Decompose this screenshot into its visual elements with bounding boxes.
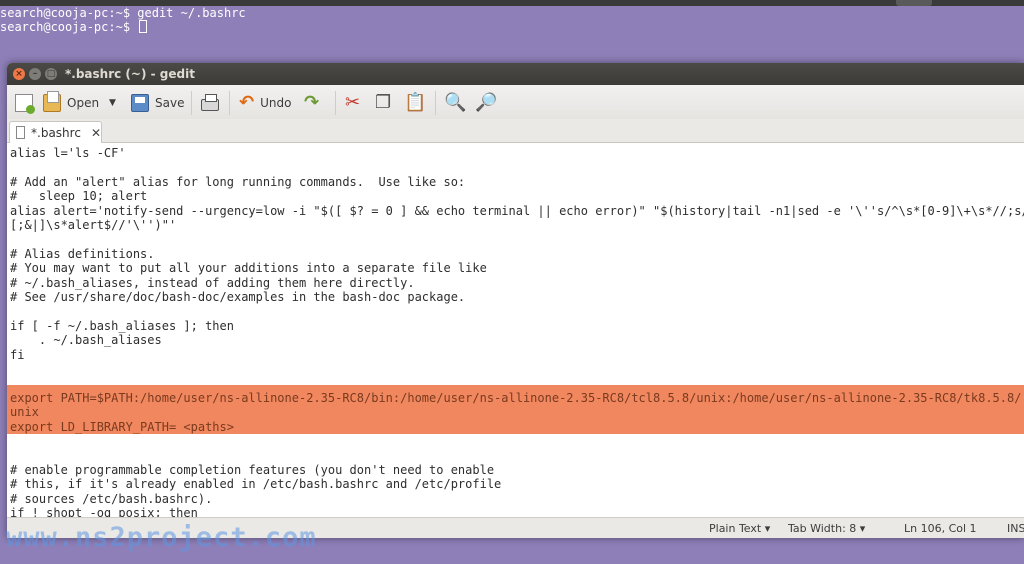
undo-label: Undo — [260, 96, 292, 110]
title-bar: × – □ *.bashrc (~) - gedit — [7, 63, 1024, 85]
code-line: # enable programmable completion feature… — [10, 462, 495, 477]
undo-icon: ↶ — [239, 92, 255, 113]
document-icon — [16, 126, 26, 139]
cursor-position: Ln 106, Col 1 — [904, 522, 977, 535]
terminal-line-2: search@cooja-pc:~$ — [0, 20, 1024, 34]
save-label: Save — [155, 96, 185, 110]
code-line: unix — [7, 405, 1024, 420]
open-icon — [43, 91, 61, 112]
save-icon — [131, 94, 149, 112]
find-replace-button[interactable]: 🔎 — [475, 92, 497, 114]
code-line: # Alias definitions. — [10, 246, 155, 261]
paste-button[interactable]: 📋 — [404, 92, 426, 114]
code-line: if ! shopt -oq posix; then — [10, 506, 198, 517]
undo-button[interactable]: ↶ Undo — [239, 92, 291, 114]
toolbar-separator — [435, 91, 436, 115]
toolbar-separator — [335, 91, 336, 115]
terminal: search@cooja-pc:~$ gedit ~/.bashrc searc… — [0, 6, 1024, 66]
tab-label: *.bashrc — [31, 125, 81, 140]
cut-button[interactable]: ✂ — [345, 92, 360, 114]
code-line: # You may want to put all your additions… — [10, 261, 487, 276]
code-line: export PATH=$PATH:/home/user/ns-allinone… — [7, 390, 1024, 406]
gedit-window: × – □ *.bashrc (~) - gedit Open ▼ Save ↶… — [7, 63, 1024, 538]
language-selector[interactable]: Plain Text ▾ — [709, 522, 770, 535]
code-line: # sources /etc/bash.bashrc). — [10, 491, 213, 506]
close-tab-icon[interactable]: ✕ — [91, 126, 101, 140]
cut-icon: ✂ — [345, 92, 361, 113]
document-tabbar: *.bashrc ✕ — [7, 119, 1024, 143]
find-button[interactable]: 🔍 — [444, 92, 466, 114]
code-line: # ~/.bash_aliases, instead of adding the… — [10, 275, 415, 290]
code-line: alias l='ls -CF' — [10, 146, 126, 160]
toolbar: Open ▼ Save ↶ Undo ↷ ✂ ❐ 📋 🔍 🔎 — [7, 85, 1024, 119]
redo-button[interactable]: ↷ — [304, 92, 319, 114]
print-icon — [201, 94, 219, 111]
watermark: www.ns2project.com — [6, 522, 317, 553]
print-button[interactable] — [201, 92, 219, 114]
code-line: # sleep 10; alert — [10, 189, 148, 204]
redo-icon: ↷ — [304, 92, 320, 113]
copy-icon: ❐ — [375, 92, 392, 113]
code-line: [;&|]\s*alert$//'\'')"' — [10, 218, 177, 232]
find-icon: 🔍 — [444, 92, 467, 113]
toolbar-separator — [191, 91, 192, 115]
tab-bashrc[interactable]: *.bashrc ✕ — [9, 121, 102, 143]
code-line: # See /usr/share/doc/bash-doc/examples i… — [10, 290, 466, 304]
maximize-window-button[interactable]: □ — [45, 68, 57, 80]
terminal-cursor — [139, 20, 148, 33]
new-document-icon — [15, 94, 35, 114]
code-line: # this, if it's already enabled in /etc/… — [10, 477, 502, 492]
new-document-button[interactable] — [15, 92, 35, 114]
text-editor[interactable]: alias l='ls -CF' # Add an "alert" alias f… — [7, 143, 1024, 517]
find-replace-icon: 🔎 — [475, 92, 498, 113]
code-line: if [ -f ~/.bash_aliases ]; then — [10, 318, 234, 333]
minimize-window-button[interactable]: – — [29, 68, 41, 80]
code-line: # Add an "alert" alias for long running … — [10, 174, 466, 189]
terminal-prompt: search@cooja-pc:~$ — [0, 20, 138, 34]
copy-button[interactable]: ❐ — [375, 92, 391, 114]
tab-width-selector[interactable]: Tab Width: 8 ▾ — [788, 522, 865, 535]
code-line: . ~/.bash_aliases — [10, 333, 162, 348]
save-button[interactable]: Save — [131, 92, 184, 114]
window-title: *.bashrc (~) - gedit — [65, 67, 195, 81]
dropdown-arrow-icon: ▼ — [109, 98, 116, 108]
open-button[interactable]: Open — [43, 91, 100, 114]
paste-icon: 📋 — [404, 92, 427, 113]
terminal-line-1: search@cooja-pc:~$ gedit ~/.bashrc — [0, 6, 246, 20]
code-line: fi — [10, 347, 25, 362]
toolbar-separator — [229, 91, 230, 115]
insert-mode: INS — [1007, 522, 1024, 535]
code-line: alias alert='notify-send --urgency=low -… — [10, 203, 1024, 218]
code-line: export LD_LIBRARY_PATH= <paths> — [7, 419, 1024, 434]
open-recent-dropdown[interactable]: ▼ — [109, 92, 116, 114]
close-window-button[interactable]: × — [13, 68, 25, 80]
open-label: Open — [67, 96, 100, 110]
